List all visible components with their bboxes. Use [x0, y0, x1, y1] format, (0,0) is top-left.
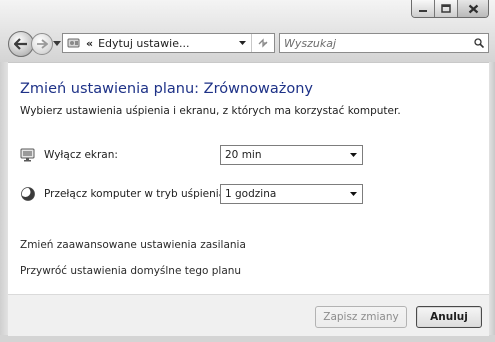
forward-button[interactable]: [31, 33, 53, 55]
chevron-down-icon: [238, 41, 246, 45]
sleep-row: Przełącz komputer w tryb uśpienia:: [20, 184, 229, 204]
search-icon[interactable]: [470, 34, 488, 52]
sleep-label: Przełącz komputer w tryb uśpienia:: [44, 188, 229, 200]
main-content: Zmień ustawienia planu: Zrównoważony Wyb…: [8, 62, 489, 295]
chevron-down-icon: [53, 40, 61, 46]
minimize-icon: [419, 9, 427, 12]
address-dropdown-button[interactable]: [233, 34, 251, 52]
close-icon: [468, 4, 478, 13]
display-off-label: Wyłącz ekran:: [44, 149, 118, 161]
display-off-row: Wyłącz ekran:: [20, 145, 118, 165]
minimize-button[interactable]: [412, 0, 435, 17]
breadcrumb-chevron[interactable]: «: [86, 37, 93, 50]
page-title: Zmień ustawienia planu: Zrównoważony: [20, 81, 314, 97]
close-button[interactable]: [458, 0, 488, 17]
caption-buttons: [411, 0, 489, 18]
search-input[interactable]: [280, 35, 470, 51]
chevron-down-icon: [344, 153, 362, 157]
breadcrumb[interactable]: Edytuj ustawie...: [98, 37, 233, 50]
page-subtitle: Wybierz ustawienia uśpienia i ekranu, z …: [20, 105, 401, 117]
advanced-power-settings-link[interactable]: Zmień zaawansowane ustawienia zasilania: [20, 239, 246, 251]
maximize-button[interactable]: [435, 0, 458, 17]
back-arrow-icon: [14, 38, 27, 50]
display-off-select[interactable]: 20 min: [220, 145, 363, 165]
window-frame-left: [0, 62, 8, 342]
button-bar: Zapisz zmiany Anuluj: [8, 294, 489, 336]
moon-icon: [20, 187, 35, 201]
cancel-button[interactable]: Anuluj: [416, 306, 482, 328]
window-frame-bottom: [0, 335, 495, 342]
search-box[interactable]: [279, 33, 489, 53]
display-off-value: 20 min: [225, 149, 262, 161]
maximize-icon: [441, 4, 451, 13]
refresh-icon: [258, 38, 268, 48]
forward-arrow-icon: [37, 39, 48, 49]
recent-pages-dropdown[interactable]: [52, 38, 62, 48]
sleep-select[interactable]: 1 godzina: [220, 184, 363, 204]
monitor-icon: [20, 148, 35, 162]
sleep-value: 1 godzina: [225, 188, 277, 200]
restore-defaults-link[interactable]: Przywróć ustawienia domyślne tego planu: [20, 265, 241, 277]
chevron-down-icon: [344, 192, 362, 196]
refresh-button[interactable]: [251, 34, 274, 52]
control-panel-window: « Edytuj ustawie... Zmień ustawienia pla…: [0, 0, 495, 342]
control-panel-icon: [67, 38, 80, 48]
save-changes-button[interactable]: Zapisz zmiany: [315, 306, 407, 328]
window-frame-right: [489, 62, 495, 342]
address-bar[interactable]: « Edytuj ustawie...: [62, 33, 275, 53]
